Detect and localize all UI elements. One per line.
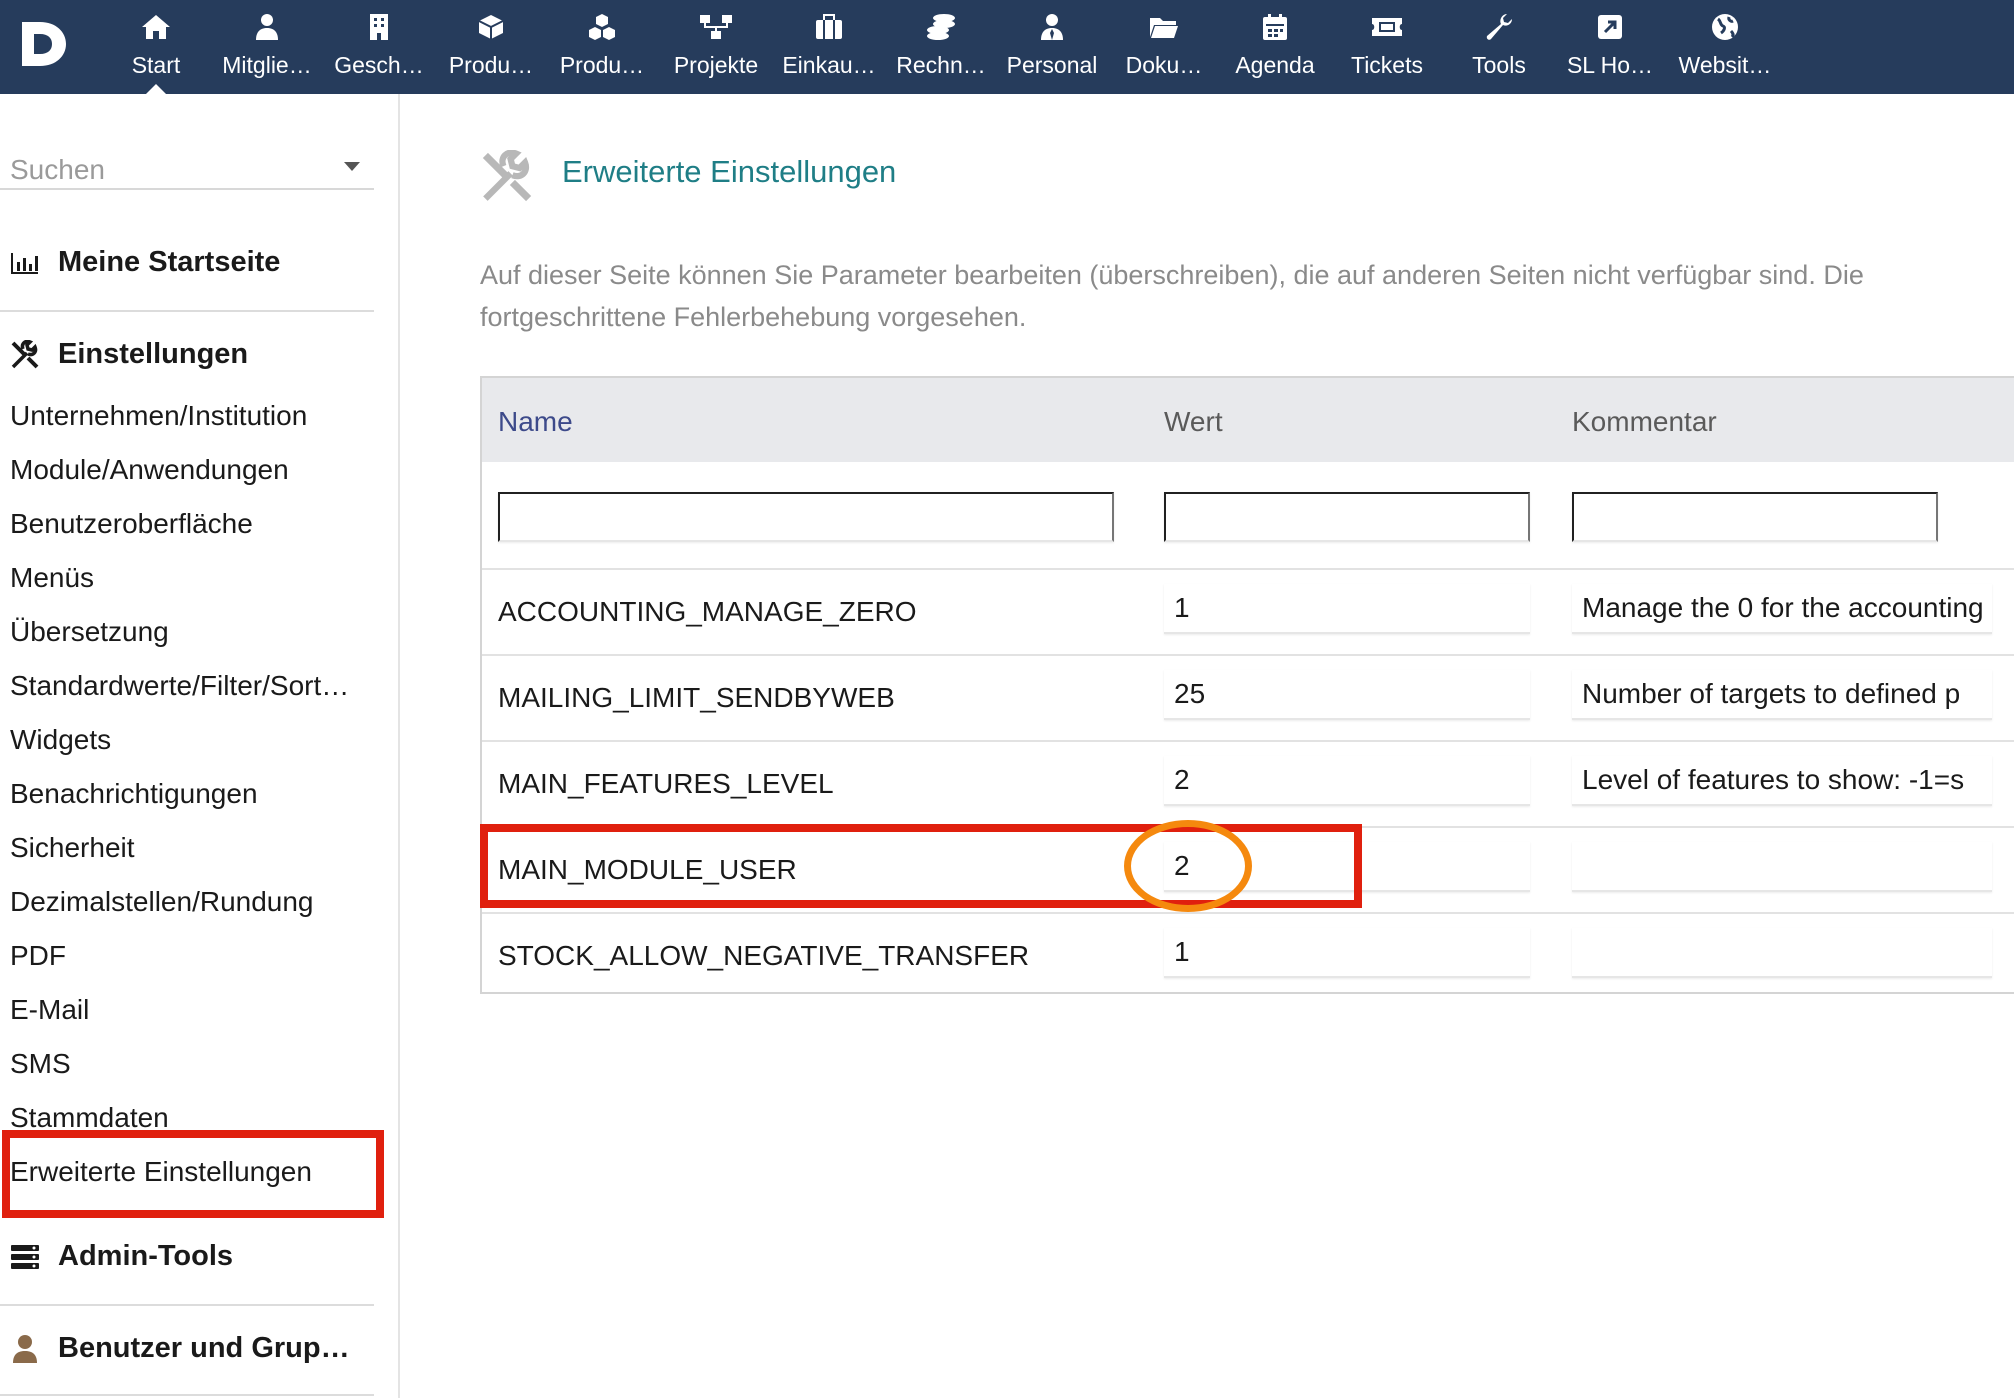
nav-services[interactable]: Produ… xyxy=(554,0,650,94)
new-value-input[interactable] xyxy=(1164,492,1530,542)
column-header-name[interactable]: Name xyxy=(498,406,573,438)
briefcase-icon xyxy=(815,12,843,42)
nav-start[interactable]: Start xyxy=(116,0,196,94)
nav-products[interactable]: Produ… xyxy=(442,0,540,94)
sidebar-divider xyxy=(0,1304,374,1306)
setting-value-input[interactable]: 2 xyxy=(1164,756,1530,806)
sidebar-item-notifications[interactable]: Benachrichtigungen xyxy=(10,778,258,810)
nav-tools[interactable]: Tools xyxy=(1460,0,1538,94)
setting-comment-input[interactable]: Number of targets to defined p xyxy=(1572,670,1992,720)
user-icon xyxy=(10,1334,40,1364)
server-icon xyxy=(10,1242,40,1272)
setting-value-input[interactable]: 2 xyxy=(1164,842,1530,892)
chevron-down-icon[interactable] xyxy=(344,162,360,171)
ticket-icon xyxy=(1371,12,1403,42)
sidebar-item-menus[interactable]: Menüs xyxy=(10,562,94,594)
nav-billing[interactable]: Rechn… xyxy=(890,0,992,94)
coins-icon xyxy=(926,12,956,42)
external-link-icon xyxy=(1597,12,1623,42)
setting-name: MAIN_MODULE_USER xyxy=(498,854,797,885)
setting-comment-input[interactable] xyxy=(1572,928,1992,978)
setting-value-input[interactable]: 25 xyxy=(1164,670,1530,720)
dolibarr-logo-icon[interactable] xyxy=(18,20,70,68)
cube-icon xyxy=(477,12,505,42)
sidebar-item-defaults[interactable]: Standardwerte/Filter/Sort… xyxy=(10,670,349,702)
sidebar-item-widgets[interactable]: Widgets xyxy=(10,724,111,756)
nav-documents[interactable]: Doku… xyxy=(1116,0,1212,94)
folder-icon xyxy=(1149,12,1179,42)
sidebar-item-translation[interactable]: Übersetzung xyxy=(10,616,169,648)
new-comment-input[interactable] xyxy=(1572,492,1938,542)
setting-name: MAILING_LIMIT_SENDBYWEB xyxy=(498,682,895,713)
search-placeholder: Suchen xyxy=(10,154,105,185)
nav-purchases[interactable]: Einkau… xyxy=(778,0,880,94)
sidebar-item-decimals[interactable]: Dezimalstellen/Rundung xyxy=(10,886,314,918)
nav-business[interactable]: Gesch… xyxy=(330,0,428,94)
setting-value-input[interactable]: 1 xyxy=(1164,928,1530,978)
tools-icon xyxy=(480,149,534,204)
column-header-comment: Kommentar xyxy=(1572,406,1717,437)
page-title: Erweiterte Einstellungen xyxy=(562,154,897,189)
bar-chart-icon xyxy=(10,248,40,278)
left-sidebar: Suchen Meine Startseite Einstellungen Un… xyxy=(0,94,400,1398)
nav-members[interactable]: Mitglie… xyxy=(216,0,318,94)
page-description: Auf dieser Seite können Sie Parameter be… xyxy=(480,260,1864,332)
nav-sl-home[interactable]: SL Ho… xyxy=(1562,0,1658,94)
sidebar-item-email[interactable]: E-Mail xyxy=(10,994,89,1026)
top-navigation-bar: Start Mitglie… Gesch… Produ… Produ… Proj… xyxy=(0,0,2014,94)
sidebar-item-modules[interactable]: Module/Anwendungen xyxy=(10,454,289,486)
nav-projects[interactable]: Projekte xyxy=(668,0,764,94)
sidebar-item-ui[interactable]: Benutzeroberfläche xyxy=(10,508,253,540)
table-row: MAILING_LIMIT_SENDBYWEB 25 Number of tar… xyxy=(482,654,2014,740)
search-select[interactable]: Suchen xyxy=(0,144,374,190)
calendar-icon xyxy=(1262,12,1288,42)
member-icon xyxy=(255,12,279,42)
setting-comment-input[interactable]: Manage the 0 for the accounting xyxy=(1572,584,1992,634)
building-icon xyxy=(368,12,390,42)
setting-name: MAIN_FEATURES_LEVEL xyxy=(498,768,834,799)
setting-name: ACCOUNTING_MANAGE_ZERO xyxy=(498,596,917,627)
nav-hr[interactable]: Personal xyxy=(1004,0,1100,94)
table-row: MAIN_FEATURES_LEVEL 2 Level of features … xyxy=(482,740,2014,826)
table-row: STOCK_ALLOW_NEGATIVE_TRANSFER 1 xyxy=(482,912,2014,996)
cubes-icon xyxy=(587,12,617,42)
sidebar-item-company[interactable]: Unternehmen/Institution xyxy=(10,400,307,432)
sidebar-item-advanced-settings[interactable]: Erweiterte Einstellungen xyxy=(10,1156,312,1188)
nav-agenda[interactable]: Agenda xyxy=(1230,0,1320,94)
sidebar-item-security[interactable]: Sicherheit xyxy=(10,832,135,864)
sidebar-item-sms[interactable]: SMS xyxy=(10,1048,71,1080)
nav-tickets[interactable]: Tickets xyxy=(1344,0,1430,94)
globe-icon xyxy=(1711,12,1739,42)
sidebar-divider xyxy=(0,310,374,312)
setting-name: STOCK_ALLOW_NEGATIVE_TRANSFER xyxy=(498,940,1030,971)
tools-icon xyxy=(10,339,40,370)
setting-comment-input[interactable] xyxy=(1572,842,1992,892)
wrench-icon xyxy=(1485,12,1513,42)
table-row: MAIN_MODULE_USER 2 xyxy=(482,826,2014,912)
sidebar-admin-tools[interactable]: Admin-Tools xyxy=(10,1240,233,1273)
column-header-value: Wert xyxy=(1164,406,1223,437)
sidebar-divider xyxy=(0,1394,374,1396)
main-content: Erweiterte Einstellungen Auf dieser Seit… xyxy=(402,94,2014,1398)
setting-value-input[interactable]: 1 xyxy=(1164,584,1530,634)
table-header: Name Wert Kommentar xyxy=(482,378,2014,462)
home-icon xyxy=(141,12,171,42)
nav-websites[interactable]: Websit… xyxy=(1674,0,1776,94)
sidebar-settings-section[interactable]: Einstellungen xyxy=(10,338,248,371)
project-icon xyxy=(699,12,733,42)
setting-comment-input[interactable]: Level of features to show: -1=s xyxy=(1572,756,1992,806)
sidebar-users-groups[interactable]: Benutzer und Grup… xyxy=(10,1332,350,1365)
sidebar-item-dictionaries[interactable]: Stammdaten xyxy=(10,1102,169,1134)
sidebar-item-pdf[interactable]: PDF xyxy=(10,940,66,972)
user-tie-icon xyxy=(1040,12,1064,42)
sidebar-home-link[interactable]: Meine Startseite xyxy=(10,246,280,279)
new-name-input[interactable] xyxy=(498,492,1114,542)
table-row: ACCOUNTING_MANAGE_ZERO 1 Manage the 0 fo… xyxy=(482,568,2014,654)
table-row-new xyxy=(482,462,2014,568)
settings-table: Name Wert Kommentar ACCOUNTING_MANAGE_ZE… xyxy=(480,376,2014,994)
